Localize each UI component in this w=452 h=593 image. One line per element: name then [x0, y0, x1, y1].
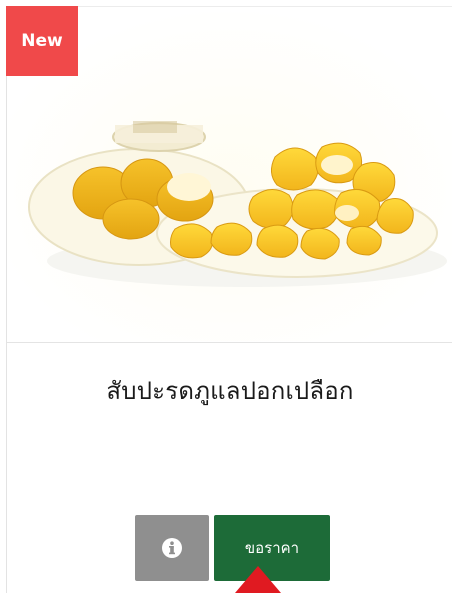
pointer-arrow	[235, 566, 281, 593]
card-divider	[7, 342, 452, 343]
info-button[interactable]	[135, 515, 209, 581]
new-badge-label: New	[21, 31, 63, 51]
product-title: สับปะรดภูแลปอกเปลือก	[106, 377, 354, 405]
product-card: สับปะรดภูแลปอกเปลือก ขอราคา	[6, 6, 452, 593]
new-badge: New	[6, 6, 78, 76]
info-icon	[162, 538, 182, 558]
request-quote-label: ขอราคา	[244, 539, 300, 557]
